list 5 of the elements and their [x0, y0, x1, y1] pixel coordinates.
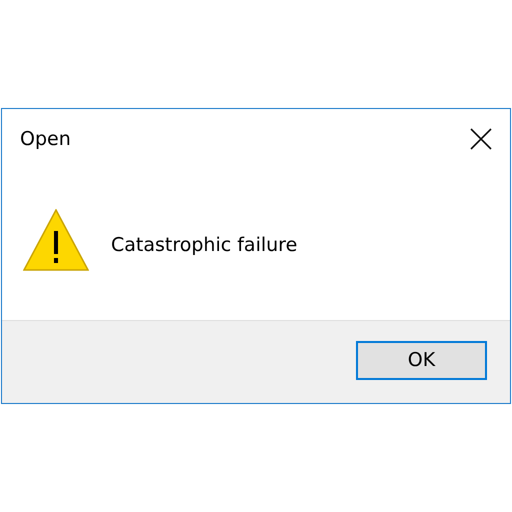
close-icon[interactable] [470, 128, 492, 150]
error-message: Catastrophic failure [111, 234, 298, 256]
window-title: Open [20, 128, 71, 150]
warning-icon [23, 208, 89, 270]
ok-button[interactable]: OK [356, 340, 487, 380]
